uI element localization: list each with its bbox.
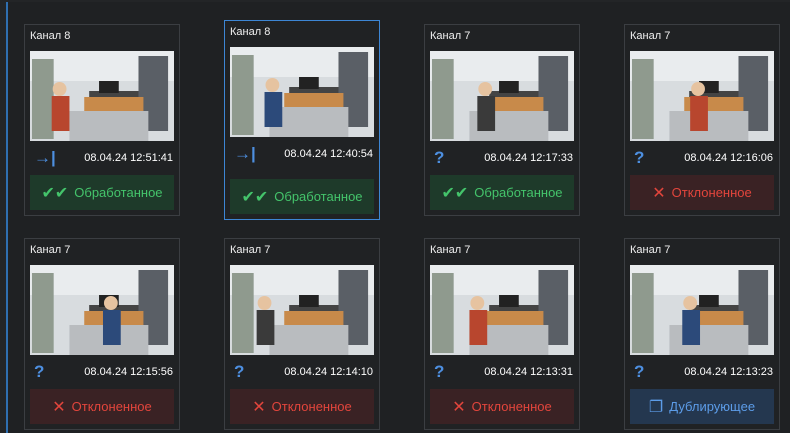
event-thumbnail[interactable] <box>430 265 574 355</box>
status-label: Отклоненное <box>671 185 752 200</box>
camera-frame <box>630 265 774 355</box>
event-thumbnail[interactable] <box>430 51 574 141</box>
event-timestamp: 08.04.24 12:51:41 <box>84 152 173 164</box>
status-button[interactable]: ✔✔ Обработанное <box>430 175 574 210</box>
rejected-status-icon: ✕ <box>252 398 266 416</box>
event-card[interactable]: Канал 8 →| 08.04.24 12:40:54 ✔✔ Обработа… <box>224 20 380 220</box>
event-timestamp: 08.04.24 12:17:33 <box>484 152 573 164</box>
event-meta: ? 08.04.24 12:13:31 <box>425 355 579 389</box>
channel-title: Канал 7 <box>430 244 471 256</box>
status-label: Отклоненное <box>71 399 152 414</box>
event-card[interactable]: Канал 7 ? 08.04.24 12:13:23 ❐ Дублирующе… <box>624 238 780 430</box>
status-label: Дублирующее <box>669 399 756 414</box>
event-card[interactable]: Канал 7 ? 08.04.24 12:17:33 ✔✔ Обработан… <box>424 24 580 216</box>
event-thumbnail[interactable] <box>630 51 774 141</box>
event-meta: ? 08.04.24 12:15:56 <box>25 355 179 389</box>
channel-title: Канал 8 <box>30 30 71 42</box>
event-thumbnail[interactable] <box>630 265 774 355</box>
event-card[interactable]: Канал 7 ? 08.04.24 12:13:31 ✕ Отклоненно… <box>424 238 580 430</box>
event-meta: ? 08.04.24 12:17:33 <box>425 141 579 175</box>
event-timestamp: 08.04.24 12:40:54 <box>284 148 373 160</box>
status-button[interactable]: ✕ Отклоненное <box>430 389 574 424</box>
event-meta: →| 08.04.24 12:40:54 <box>225 137 379 171</box>
event-timestamp: 08.04.24 12:13:23 <box>684 366 773 378</box>
event-card[interactable]: Канал 7 ? 08.04.24 12:15:56 ✕ Отклоненно… <box>24 238 180 430</box>
status-button[interactable]: ✕ Отклоненное <box>230 389 374 424</box>
camera-frame <box>630 51 774 141</box>
rejected-status-icon: ✕ <box>652 184 666 202</box>
processed-status-icon: ✔✔ <box>441 184 469 202</box>
event-card[interactable]: Канал 7 ? 08.04.24 12:14:10 ✕ Отклоненно… <box>224 238 380 430</box>
status-label: Обработанное <box>274 189 363 204</box>
camera-frame <box>230 265 374 355</box>
status-button[interactable]: ✔✔ Обработанное <box>30 175 174 210</box>
event-timestamp: 08.04.24 12:16:06 <box>684 152 773 164</box>
camera-frame <box>30 265 174 355</box>
question-icon: ? <box>234 362 245 381</box>
status-label: Отклоненное <box>471 399 552 414</box>
duplicate-status-icon: ❐ <box>648 398 664 416</box>
question-icon: ? <box>634 148 645 167</box>
event-meta: →| 08.04.24 12:51:41 <box>25 141 179 175</box>
question-icon: ? <box>434 148 445 167</box>
camera-frame <box>430 51 574 141</box>
event-meta: ? 08.04.24 12:13:23 <box>625 355 779 389</box>
channel-title: Канал 7 <box>630 244 671 256</box>
rejected-status-icon: ✕ <box>452 398 466 416</box>
question-icon: ? <box>434 362 445 381</box>
event-meta: ? 08.04.24 12:16:06 <box>625 141 779 175</box>
channel-title: Канал 7 <box>30 244 71 256</box>
events-panel: Канал 8 →| 08.04.24 12:51:41 ✔✔ Обработа… <box>6 2 790 433</box>
event-timestamp: 08.04.24 12:14:10 <box>284 366 373 378</box>
status-label: Отклоненное <box>271 399 352 414</box>
status-button[interactable]: ❐ Дублирующее <box>630 389 774 424</box>
status-button[interactable]: ✔✔ Обработанное <box>230 179 374 214</box>
processed-status-icon: ✔✔ <box>41 184 69 202</box>
event-thumbnail[interactable] <box>30 51 174 141</box>
channel-title: Канал 7 <box>430 30 471 42</box>
event-meta: ? 08.04.24 12:14:10 <box>225 355 379 389</box>
channel-title: Канал 7 <box>630 30 671 42</box>
status-label: Обработанное <box>474 185 563 200</box>
event-thumbnail[interactable] <box>30 265 174 355</box>
event-thumbnail[interactable] <box>230 47 374 137</box>
status-label: Обработанное <box>74 185 163 200</box>
arrow-into-icon: →| <box>234 144 256 163</box>
channel-title: Канал 8 <box>230 26 271 38</box>
event-card[interactable]: Канал 8 →| 08.04.24 12:51:41 ✔✔ Обработа… <box>24 24 180 216</box>
rejected-status-icon: ✕ <box>52 398 66 416</box>
camera-frame <box>230 47 374 137</box>
status-button[interactable]: ✕ Отклоненное <box>30 389 174 424</box>
event-timestamp: 08.04.24 12:15:56 <box>84 366 173 378</box>
channel-title: Канал 7 <box>230 244 271 256</box>
event-card[interactable]: Канал 7 ? 08.04.24 12:16:06 ✕ Отклоненно… <box>624 24 780 216</box>
status-button[interactable]: ✕ Отклоненное <box>630 175 774 210</box>
arrow-into-icon: →| <box>34 148 56 167</box>
event-timestamp: 08.04.24 12:13:31 <box>484 366 573 378</box>
camera-frame <box>30 51 174 141</box>
event-thumbnail[interactable] <box>230 265 374 355</box>
camera-frame <box>430 265 574 355</box>
question-icon: ? <box>634 362 645 381</box>
question-icon: ? <box>34 362 45 381</box>
processed-status-icon: ✔✔ <box>241 188 269 206</box>
